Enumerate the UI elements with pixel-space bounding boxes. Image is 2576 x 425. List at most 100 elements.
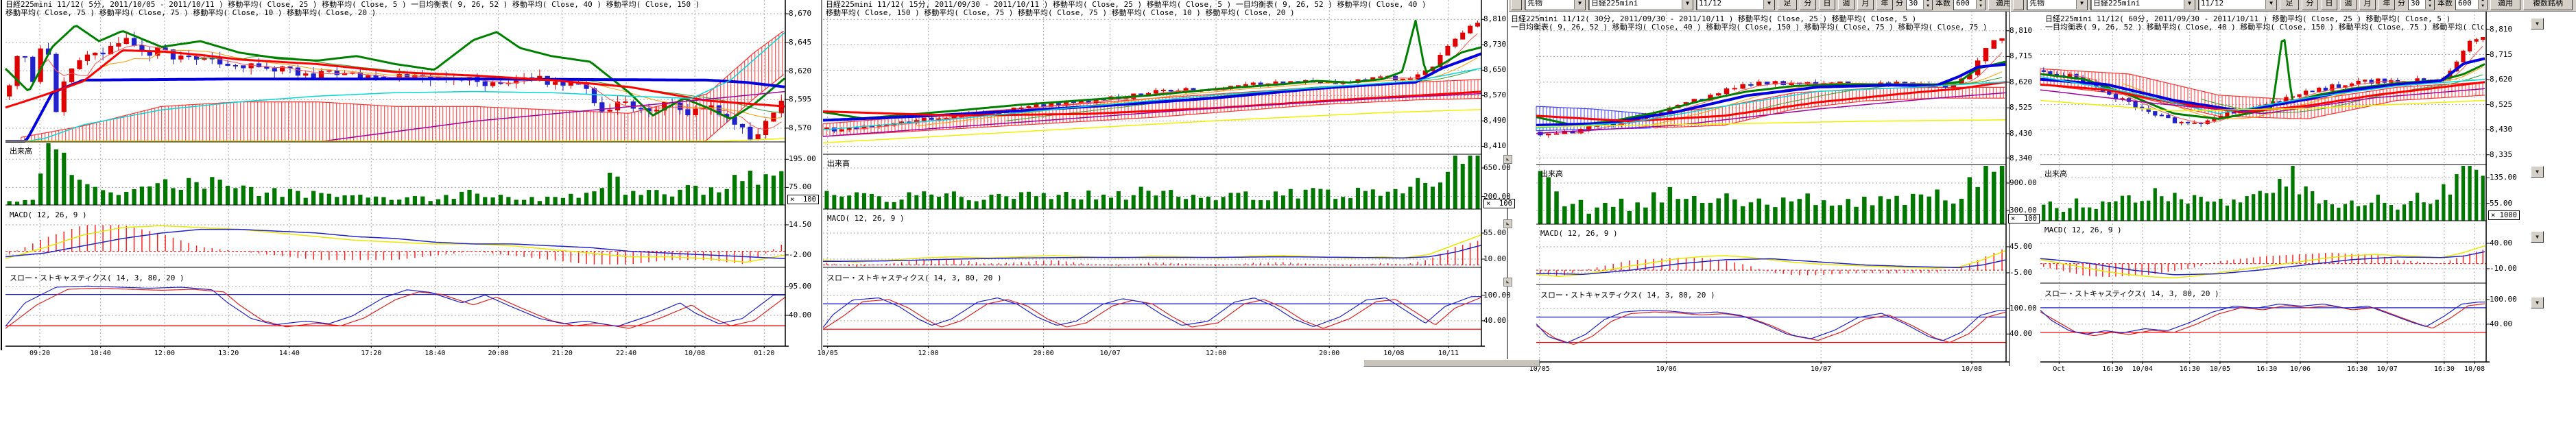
volume-bar xyxy=(1027,192,1031,209)
candle-body xyxy=(23,56,27,57)
toolbar-button-分[interactable]: 分 xyxy=(2302,0,2318,10)
combo-dropdown-icon[interactable]: ▼ xyxy=(1574,0,1585,9)
combo-dropdown-icon[interactable]: ▼ xyxy=(2184,0,2195,9)
toolbar-button-blank[interactable] xyxy=(2013,0,2024,10)
toolbar-button-適用[interactable]: 適用 xyxy=(1988,0,2009,10)
toolbar-button-日[interactable]: 日 xyxy=(2321,0,2337,10)
volume-bar xyxy=(1333,199,1337,209)
candle-body xyxy=(2324,88,2327,90)
combo-dropdown-icon[interactable]: ▼ xyxy=(2265,0,2276,9)
spin-arrows-icon[interactable]: ▲▼ xyxy=(1923,0,1932,9)
section-collapse-handle[interactable]: ◣ xyxy=(1503,155,1512,164)
toolbar-button-日[interactable]: 日 xyxy=(1819,0,1835,10)
stoch-section-label: スロー・ストキャスティクス( 14, 3, 80, 20 ) xyxy=(827,274,1002,282)
stoch-axis-label: 40.00 xyxy=(2009,330,2032,337)
volume-bar xyxy=(763,174,767,205)
spin-value: 600 xyxy=(2458,0,2472,8)
spin-arrows-icon[interactable]: ▲▼ xyxy=(1976,0,1985,9)
candle-body xyxy=(2363,80,2367,81)
combo-value: 日経225mini xyxy=(2093,0,2140,8)
toolbar-combo-11/12[interactable]: 11/12 ▼ xyxy=(2198,0,2277,10)
toolbar-button-複数銘柄[interactable]: 複数銘柄 xyxy=(2523,0,2573,10)
candle-body xyxy=(2167,115,2170,118)
volume-bar xyxy=(678,190,682,205)
toolbar-controls: 先物▼日経225mini▼11/12▼足分日週月年分30▲▼本数600▲▼適用複… xyxy=(1511,0,2009,10)
volume-bar xyxy=(529,197,534,205)
toolbar-button-分[interactable]: 分 xyxy=(1800,0,1816,10)
volume-bar xyxy=(2324,200,2327,221)
spin-arrows-icon[interactable]: ▲▼ xyxy=(2425,0,2434,9)
volume-bar xyxy=(1296,199,1300,209)
volume-section-label: 出来高 xyxy=(2044,170,2067,178)
combo-dropdown-icon[interactable]: ▼ xyxy=(1763,0,1774,9)
volume-bar xyxy=(900,199,904,209)
volume-bar xyxy=(824,191,828,209)
time-axis-label: 20:00 xyxy=(488,350,509,357)
volume-bar xyxy=(2108,202,2111,221)
toolbar-button-月[interactable]: 月 xyxy=(2359,0,2376,10)
toolbar-button-適用[interactable]: 適用 xyxy=(2490,0,2520,10)
volume-bar xyxy=(740,181,744,205)
volume-bar xyxy=(2474,170,2478,221)
candle-body xyxy=(8,86,12,96)
volume-bar xyxy=(390,200,394,205)
section-dropdown-button[interactable]: ▼ xyxy=(2531,18,2544,29)
combo-dropdown-icon[interactable]: ▼ xyxy=(2076,0,2087,9)
horizontal-scrollbar-thumb[interactable] xyxy=(1363,359,1540,367)
volume-bar xyxy=(538,201,542,205)
price-axis-label: 8,715 xyxy=(2009,52,2032,60)
toolbar-combo-先物[interactable]: 先物▼ xyxy=(1525,0,1586,10)
candle-body xyxy=(296,68,300,75)
combo-dropdown-icon[interactable]: ▼ xyxy=(1682,0,1693,9)
toolbar-spin-field[interactable]: 30▲▼ xyxy=(1906,0,1933,10)
toolbar-combo-日経225mini[interactable]: 日経225mini ▼ xyxy=(2090,0,2195,10)
toolbar-combo-先物[interactable]: 先物▼ xyxy=(2027,0,2088,10)
toolbar-button-週[interactable]: 週 xyxy=(2340,0,2357,10)
volume-multiplier-box: × 100 xyxy=(2008,214,2040,223)
volume-bar xyxy=(15,202,19,205)
section-collapse-handle[interactable]: ◣ xyxy=(1503,278,1512,287)
toolbar-button-年[interactable]: 年 xyxy=(1876,0,1893,10)
volume-bar xyxy=(2481,175,2485,221)
candle-body xyxy=(1838,82,1842,83)
toolbar-button-月[interactable]: 月 xyxy=(1857,0,1874,10)
combo-value: 11/12 xyxy=(2201,0,2223,8)
toolbar-button-足[interactable]: 足 xyxy=(1778,0,1797,10)
volume-bar xyxy=(1992,172,1996,224)
spin-arrows-icon[interactable]: ▲▼ xyxy=(2478,0,2487,9)
section-collapse-handle[interactable]: ◣ xyxy=(1503,219,1512,228)
volume-bar xyxy=(2154,188,2157,221)
section-dropdown-button[interactable]: ▼ xyxy=(2531,297,2544,308)
charts-canvas xyxy=(0,0,2576,425)
volume-bar xyxy=(304,198,308,205)
toolbar-spin-field[interactable]: 600 ▲▼ xyxy=(2455,0,2488,10)
macd-axis-label: -5.00 xyxy=(2009,269,2032,276)
volume-bar xyxy=(1446,172,1450,209)
volume-bar xyxy=(2095,209,2098,221)
volume-bar xyxy=(569,194,573,205)
toolbar-button-年[interactable]: 年 xyxy=(2378,0,2395,10)
toolbar-spin-field[interactable]: 30▲▼ xyxy=(2408,0,2435,10)
volume-bar xyxy=(1798,199,1802,224)
volume-bar xyxy=(1862,197,1866,224)
toolbar-button-blank[interactable] xyxy=(1511,0,1522,10)
macd-axis-label: 55.00 xyxy=(1483,229,1506,236)
volume-bar xyxy=(1619,199,1623,224)
volume-bar xyxy=(1757,199,1761,224)
volume-axis-label: 650.00 xyxy=(1483,164,1511,171)
toolbar-button-足[interactable]: 足 xyxy=(2280,0,2299,10)
volume-bar xyxy=(342,195,346,205)
toolbar-combo-11/12[interactable]: 11/12▼ xyxy=(1696,0,1775,10)
macd-axis-label: 45.00 xyxy=(2009,243,2032,250)
volume-bar xyxy=(2206,202,2209,221)
toolbar-combo-日経225mini[interactable]: 日経225mini▼ xyxy=(1588,0,1693,10)
candle-body xyxy=(1042,105,1046,106)
volume-bar xyxy=(2180,199,2183,221)
section-dropdown-button[interactable]: ▼ xyxy=(2531,231,2544,243)
toolbar-spin-field[interactable]: 600▲▼ xyxy=(1953,0,1985,10)
candle-body xyxy=(1169,90,1173,91)
volume-bar xyxy=(1838,205,1842,224)
candle-body xyxy=(1034,105,1038,107)
toolbar-button-週[interactable]: 週 xyxy=(1838,0,1855,10)
section-dropdown-button[interactable]: ▼ xyxy=(2531,166,2544,178)
